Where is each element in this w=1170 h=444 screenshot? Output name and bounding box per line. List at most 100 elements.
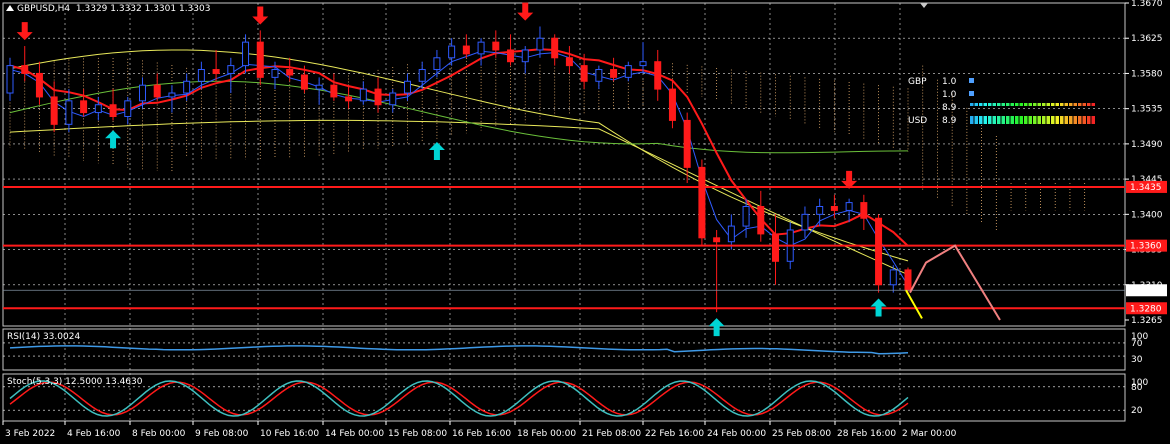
strength-bar <box>1001 116 1005 124</box>
strength-bar <box>1024 103 1028 106</box>
shift-marker-icon <box>920 3 928 8</box>
strength-bar <box>1060 103 1064 106</box>
strength-bar <box>1073 103 1077 106</box>
candle-body <box>816 206 824 215</box>
strength-bar <box>1015 103 1019 106</box>
strength-bar <box>1073 116 1077 124</box>
stoch-label: Stoch(5,3,3) 12.5000 13.4630 <box>7 377 143 387</box>
time-label: 14 Feb 00:00 <box>325 429 384 439</box>
strength-bar <box>1037 116 1041 124</box>
buy-arrow-icon <box>708 318 725 337</box>
candle-body <box>109 104 117 117</box>
strength-bar <box>970 116 974 124</box>
strength-bar <box>1033 116 1037 124</box>
candle-body <box>389 92 397 106</box>
time-label: 16 Feb 16:00 <box>452 429 511 439</box>
candle-body <box>801 213 809 231</box>
strength-bar <box>1037 103 1041 106</box>
symbol-label: GBPUSD,H4 <box>17 4 71 14</box>
price-label: 1.3265 <box>1131 316 1163 326</box>
rsi-level-label: 30 <box>1131 355 1143 365</box>
strength-bar <box>1055 103 1059 106</box>
candle-body <box>507 49 515 63</box>
strength-bar <box>1051 116 1055 124</box>
candle-body <box>168 92 176 98</box>
current-price-label: 1.3303 <box>1130 286 1162 296</box>
sell-arrow-icon <box>16 22 33 41</box>
strength-bar <box>1087 116 1091 124</box>
strength-bar <box>1024 116 1028 124</box>
strength-bar <box>979 103 983 106</box>
strength-value: 1.0 <box>942 90 957 100</box>
candle-body <box>639 61 647 67</box>
candle-body <box>6 65 14 94</box>
time-label: 3 Feb 2022 <box>5 429 55 439</box>
price-label: 1.3625 <box>1131 34 1163 44</box>
candle-body <box>183 80 191 94</box>
candles <box>6 26 912 313</box>
candle-body <box>403 80 411 94</box>
strength-currency: USD <box>908 116 927 126</box>
time-label: 4 Feb 16:00 <box>67 429 121 439</box>
candle-body <box>551 37 559 59</box>
candle-body <box>227 65 235 74</box>
candle-body <box>50 96 58 125</box>
candle-body <box>256 41 264 78</box>
strength-bar <box>988 103 992 106</box>
strength-bar <box>992 116 996 124</box>
candle-body <box>668 88 676 121</box>
strength-bar <box>1010 103 1014 106</box>
price-label: 1.3580 <box>1131 69 1163 79</box>
candle-body <box>610 69 618 78</box>
strength-bar <box>970 103 974 106</box>
candle-body <box>462 45 470 55</box>
level-label: 1.3280 <box>1130 304 1162 314</box>
candle-body <box>138 84 146 102</box>
candle-body <box>904 269 912 291</box>
strength-bar <box>1055 116 1059 124</box>
level-label: 1.3435 <box>1130 183 1162 193</box>
candle-body <box>153 84 161 98</box>
candle-body <box>889 269 897 286</box>
strength-block <box>969 91 974 96</box>
strength-bar <box>1006 103 1010 106</box>
candle-body <box>286 69 294 76</box>
strength-bar <box>1069 103 1073 106</box>
candle-body <box>536 37 544 51</box>
ma-red-fast <box>9 48 909 247</box>
candle-body <box>300 74 308 90</box>
strength-bar <box>983 116 987 124</box>
strength-currency: GBP <box>908 77 927 87</box>
rsi-label: RSI(14) 33.0024 <box>7 332 81 342</box>
strength-bar <box>1046 116 1050 124</box>
strength-bar <box>1051 103 1055 106</box>
time-label: 2 Mar 00:00 <box>902 429 957 439</box>
strength-bar <box>1042 103 1046 106</box>
stoch-level-label: 80 <box>1131 383 1143 393</box>
rsi-level-label: 70 <box>1131 339 1143 349</box>
strength-bar <box>988 116 992 124</box>
strength-bar <box>983 103 987 106</box>
candle-body <box>374 88 382 106</box>
candle-body <box>875 217 883 286</box>
candle-body <box>477 41 485 55</box>
candle-body <box>271 69 279 78</box>
buy-arrow-icon <box>428 141 445 160</box>
strength-block <box>969 78 974 83</box>
strength-bar <box>1028 103 1032 106</box>
strength-bar <box>974 116 978 124</box>
strength-bar <box>1019 103 1023 106</box>
strength-bar <box>1015 116 1019 124</box>
chart-header: GBPUSD,H4 1.3329 1.3332 1.3301 1.3303 <box>6 4 210 14</box>
price-chart[interactable]: 3 Feb 2022 4 Feb 16:00 8 Feb 00:00 9 Feb 08… <box>0 0 1170 444</box>
time-label: 8 Feb 00:00 <box>132 429 186 439</box>
strength-bar <box>974 103 978 106</box>
candle-body <box>242 41 250 67</box>
strength-bar <box>1078 103 1082 106</box>
projection-down-arrow <box>905 289 923 319</box>
strength-bar <box>1001 103 1005 106</box>
strength-value: 1.0 <box>942 77 957 87</box>
time-label: 22 Feb 16:00 <box>645 429 704 439</box>
price-label: 1.3400 <box>1131 210 1163 220</box>
candle-body <box>448 45 456 59</box>
